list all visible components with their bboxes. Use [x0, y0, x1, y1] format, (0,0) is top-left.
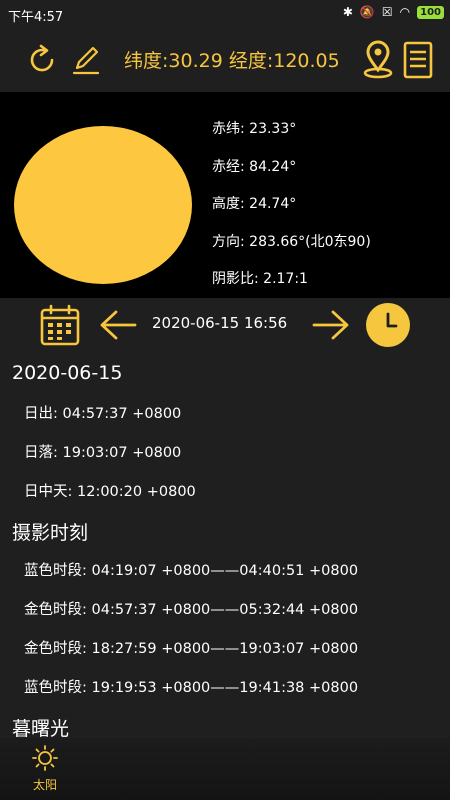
bottom-tab-bar: 太阳	[0, 738, 450, 800]
tab-sun[interactable]: 太阳	[16, 744, 74, 793]
pencil-icon	[72, 46, 100, 75]
sunset-row: 日落: 19:03:07 +0800	[24, 445, 182, 461]
calendar-icon	[40, 304, 80, 346]
mute-icon: 🔕	[359, 5, 375, 19]
declination-value: 赤纬: 23.33°	[212, 121, 297, 137]
sun-panel: 赤纬: 23.33° 赤经: 84.24° 高度: 24.74° 方向: 283…	[0, 92, 450, 298]
blue-hour-evening-row: 蓝色时段: 19:19:53 +0800——19:41:38 +0800	[24, 680, 359, 696]
sun-disc	[14, 126, 192, 284]
calendar-button[interactable]	[38, 298, 82, 352]
altitude-value: 高度: 24.74°	[212, 196, 297, 212]
azimuth-value: 方向: 283.66°(北0东90)	[212, 233, 371, 250]
solar-noon-row: 日中天: 12:00:20 +0800	[24, 484, 196, 500]
sun-times-list: 2020-06-15 日出: 04:57:37 +0800 日落: 19:03:…	[0, 352, 450, 738]
sun-info: 赤纬: 23.33° 赤经: 84.24° 高度: 24.74° 方向: 283…	[212, 118, 371, 306]
blue-hour-morning-row: 蓝色时段: 04:19:07 +0800——04:40:51 +0800	[24, 563, 359, 579]
right-ascension-value: 赤经: 84.24°	[212, 158, 297, 175]
tab-sun-label: 太阳	[32, 778, 57, 792]
previous-button[interactable]	[96, 298, 140, 352]
refresh-icon	[30, 44, 54, 72]
clock-icon	[366, 303, 410, 347]
sun-icon	[32, 745, 58, 771]
twilight-heading: 暮曙光	[12, 718, 70, 738]
date-heading: 2020-06-15	[12, 362, 123, 384]
edit-button[interactable]	[66, 28, 106, 92]
status-bar: 下午4:57 ✱ 🔕 ☒ ◠ 100	[0, 0, 450, 28]
battery-icon: 100	[417, 5, 444, 19]
date-navigation: 2020-06-15 16:56	[0, 298, 450, 352]
current-datetime: 2020-06-15 16:56	[152, 314, 288, 332]
wifi-icon: ◠	[399, 5, 411, 19]
next-button[interactable]	[308, 298, 354, 352]
golden-hour-evening-row: 金色时段: 18:27:59 +0800——19:03:07 +0800	[24, 641, 359, 657]
location-pin-icon	[363, 40, 393, 79]
arrow-left-icon	[100, 310, 137, 340]
toolbar: 纬度:30.29 经度:120.05	[0, 28, 450, 92]
document-icon	[403, 41, 433, 79]
sunrise-row: 日出: 04:57:37 +0800	[24, 406, 182, 422]
status-icons: ✱ 🔕 ☒ ◠ 100	[343, 5, 444, 19]
golden-hour-morning-row: 金色时段: 04:57:37 +0800——05:32:44 +0800	[24, 602, 359, 618]
arrow-right-icon	[312, 310, 349, 340]
status-time: 下午4:57	[8, 10, 64, 25]
no-sim-icon: ☒	[381, 5, 393, 19]
refresh-button[interactable]	[22, 28, 62, 92]
photo-times-heading: 摄影时刻	[12, 522, 89, 544]
coordinates-label: 纬度:30.29 经度:120.05	[124, 50, 340, 72]
now-button[interactable]	[364, 298, 412, 352]
location-button[interactable]	[358, 28, 398, 92]
bluetooth-icon: ✱	[342, 5, 353, 19]
notes-button[interactable]	[398, 28, 438, 92]
